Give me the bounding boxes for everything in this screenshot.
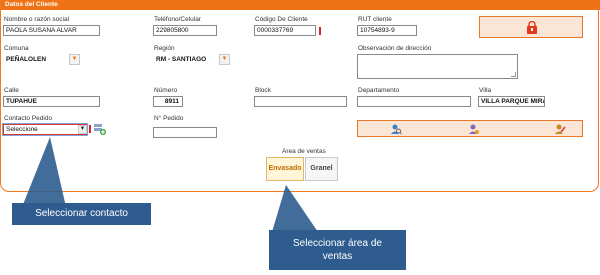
villa-label: Villa [479, 87, 492, 94]
block-label: Block [255, 87, 271, 94]
telefono-label: Teléfono/Celular [154, 16, 201, 23]
comuna-dropdown-button[interactable]: ▼ [69, 54, 80, 65]
observacion-label: Observación de dirección [358, 45, 432, 52]
departamento-label: Departamento [358, 87, 400, 94]
user-edit-icon[interactable] [554, 123, 566, 135]
contacto-select[interactable]: Seleccione [3, 124, 87, 135]
tab-envasado[interactable]: Envasado [266, 157, 304, 181]
chevron-down-icon: ▼ [221, 56, 228, 62]
user-settings-icon[interactable] [468, 123, 480, 135]
add-contact-icon [94, 124, 106, 135]
contacto-label: Contacto Pedido [4, 115, 53, 122]
comuna-label: Comuna [4, 45, 29, 52]
codigo-label: Código De Cliente [255, 16, 308, 23]
region-select[interactable]: RM - SANTIAGO [153, 54, 217, 65]
lock-button[interactable] [479, 16, 583, 38]
panel-title: Datos del Cliente [1, 0, 600, 10]
nombre-label: Nombre o razón social [4, 16, 70, 23]
calle-field[interactable]: TUPAHUE [3, 96, 100, 107]
chevron-down-icon: ▼ [71, 56, 78, 62]
npedido-field[interactable] [153, 127, 217, 138]
rut-label: RUT cliente [358, 16, 392, 23]
nombre-field[interactable]: PAOLA SUSANA ALVAR [3, 25, 100, 36]
chevron-down-icon: ▼ [79, 126, 86, 132]
callout-seleccionar-contacto: Seleccionar contacto [12, 203, 151, 225]
region-dropdown-button[interactable]: ▼ [219, 54, 230, 65]
tab-granel[interactable]: Granel [305, 157, 338, 181]
callout-seleccionar-area: Seleccionar área de ventas [269, 230, 406, 270]
telefono-field[interactable]: 229805800 [153, 25, 217, 36]
codigo-field[interactable]: 0000337769 [254, 25, 316, 36]
search-user-icon[interactable] [390, 123, 402, 135]
numero-label: Número [154, 87, 178, 94]
villa-field[interactable]: VILLA PARQUE MIRADO [478, 96, 545, 107]
add-contact-button[interactable] [93, 122, 107, 136]
comuna-select[interactable]: PEÑALOLEN [3, 54, 67, 65]
calle-label: Calle [4, 87, 19, 94]
block-field[interactable] [254, 96, 347, 107]
area-ventas-label: Area de ventas [282, 148, 326, 155]
region-label: Región [154, 45, 175, 52]
required-marker [319, 27, 321, 35]
departamento-field[interactable] [357, 96, 471, 107]
lock-icon [527, 21, 537, 34]
observacion-textarea[interactable] [357, 54, 518, 79]
npedido-label: N° Pedido [154, 115, 184, 122]
required-marker [89, 125, 91, 133]
numero-field[interactable]: 8911 [153, 96, 183, 107]
contacto-dropdown-button[interactable]: ▼ [78, 125, 87, 134]
contact-actions-bar [357, 120, 583, 137]
rut-field[interactable]: 10754893-9 [357, 25, 417, 36]
